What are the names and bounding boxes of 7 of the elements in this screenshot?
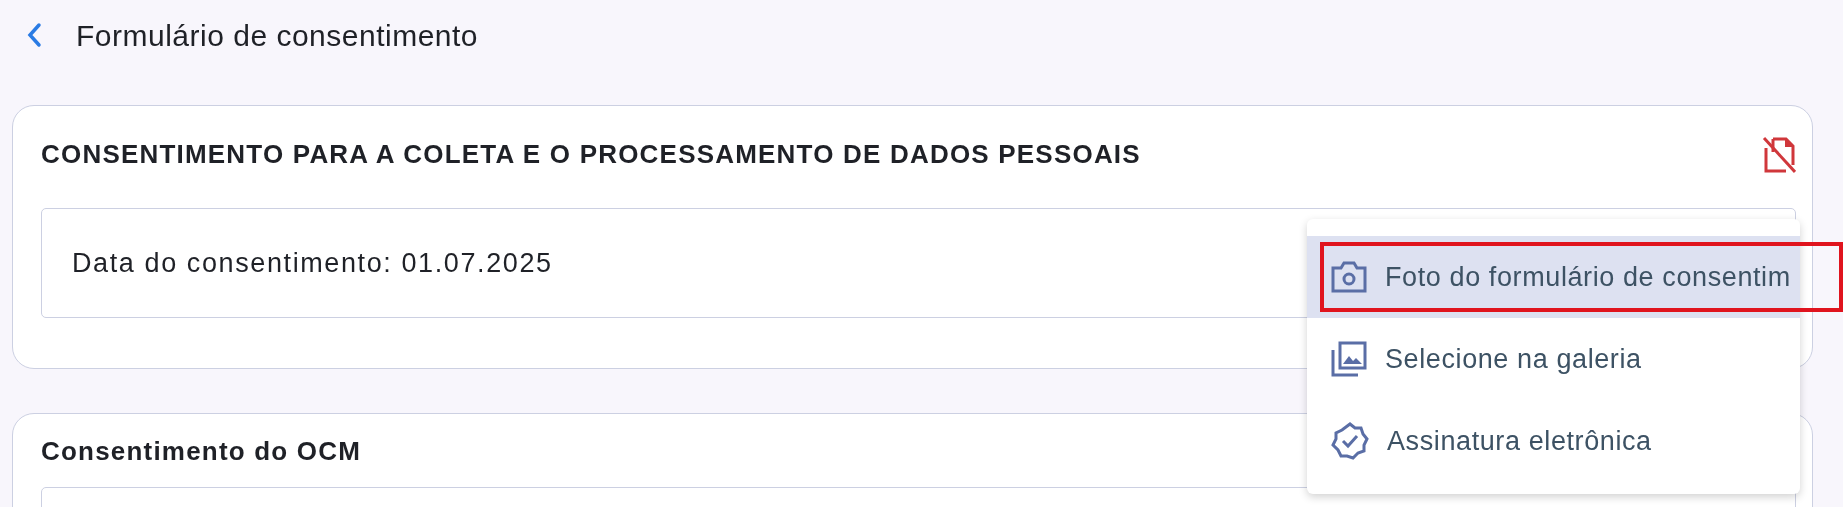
consent-date: Data do consentimento: 01.07.2025: [72, 246, 553, 280]
menu-item[interactable]: Selecione na galeria: [1307, 318, 1800, 400]
card-title: Consentimento do OCM: [41, 436, 362, 468]
card-title: CONSENTIMENTO PARA A COLETA E O PROCESSAMENTO DE DADOS PESSOAIS: [41, 139, 1141, 171]
menu-item[interactable]: Foto do formulário de consentim: [1307, 236, 1800, 318]
page-title: Formulário de consentimento: [76, 17, 479, 54]
menu-item[interactable]: Assinatura eletrônica: [1307, 400, 1800, 482]
